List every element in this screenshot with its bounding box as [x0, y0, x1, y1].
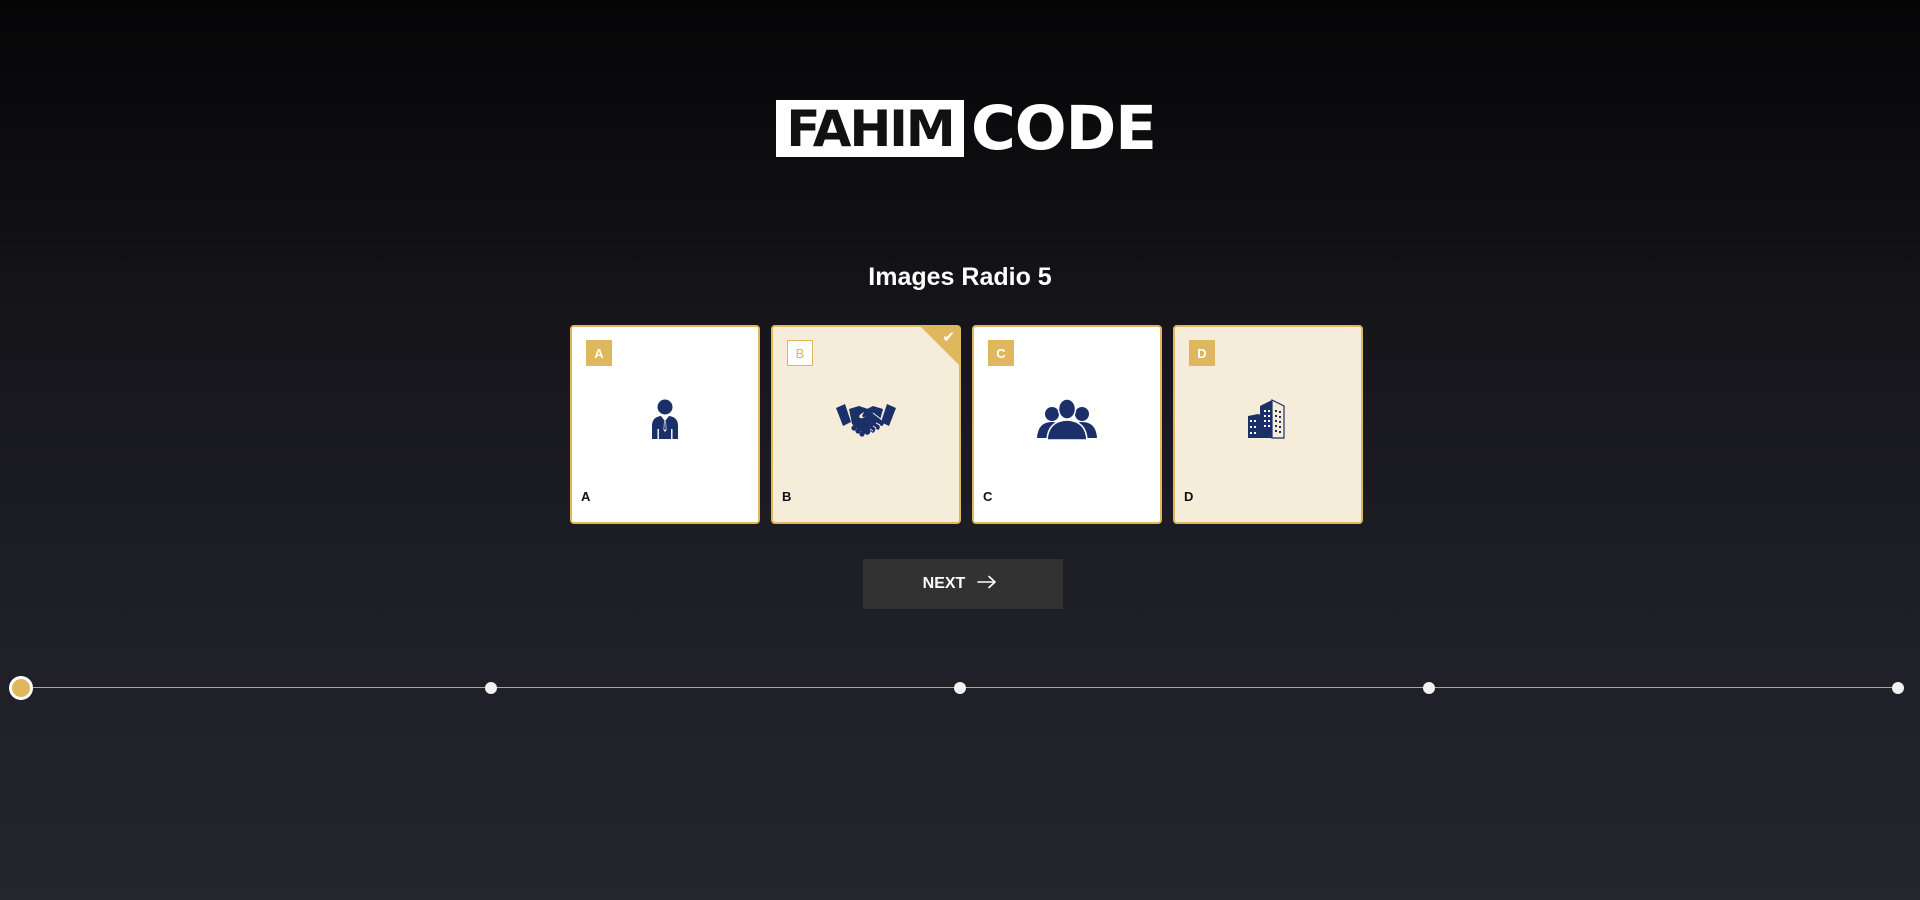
- option-label-d: D: [1184, 489, 1194, 504]
- option-label-b: B: [782, 489, 792, 504]
- option-card-a[interactable]: A A: [570, 325, 760, 524]
- progress-step-5[interactable]: [1892, 682, 1904, 694]
- progress-step-2[interactable]: [485, 682, 497, 694]
- brand-logo: FAHIM CODE: [776, 93, 1157, 164]
- option-label-c: C: [983, 489, 993, 504]
- checkmark-icon: ✔: [942, 328, 955, 346]
- progress-step-4[interactable]: [1423, 682, 1435, 694]
- handshake-icon: [773, 389, 959, 449]
- option-card-b[interactable]: ✔ B B: [771, 325, 961, 524]
- option-key-b: B: [787, 340, 813, 366]
- option-label-a: A: [581, 489, 591, 504]
- logo-text: CODE: [971, 93, 1157, 164]
- logo-box: FAHIM: [776, 100, 964, 157]
- businessman-icon: [572, 389, 758, 449]
- option-key-a: A: [586, 340, 612, 366]
- option-card-c[interactable]: C C: [972, 325, 1162, 524]
- option-key-c: C: [988, 340, 1014, 366]
- question-title: Images Radio 5: [868, 263, 1052, 291]
- next-button-label: NEXT: [922, 575, 966, 592]
- option-key-d: D: [1189, 340, 1215, 366]
- progress-step-3[interactable]: [954, 682, 966, 694]
- group-icon: [974, 389, 1160, 449]
- arrow-right-icon: [977, 575, 997, 594]
- progress-step-1[interactable]: [9, 676, 33, 700]
- buildings-icon: [1175, 389, 1361, 449]
- logo-boxed-text: FAHIM: [786, 99, 955, 158]
- option-card-d[interactable]: D D: [1173, 325, 1363, 524]
- next-button[interactable]: NEXT: [863, 559, 1063, 609]
- image-radio-group: A A ✔ B B C C D D: [570, 325, 1363, 524]
